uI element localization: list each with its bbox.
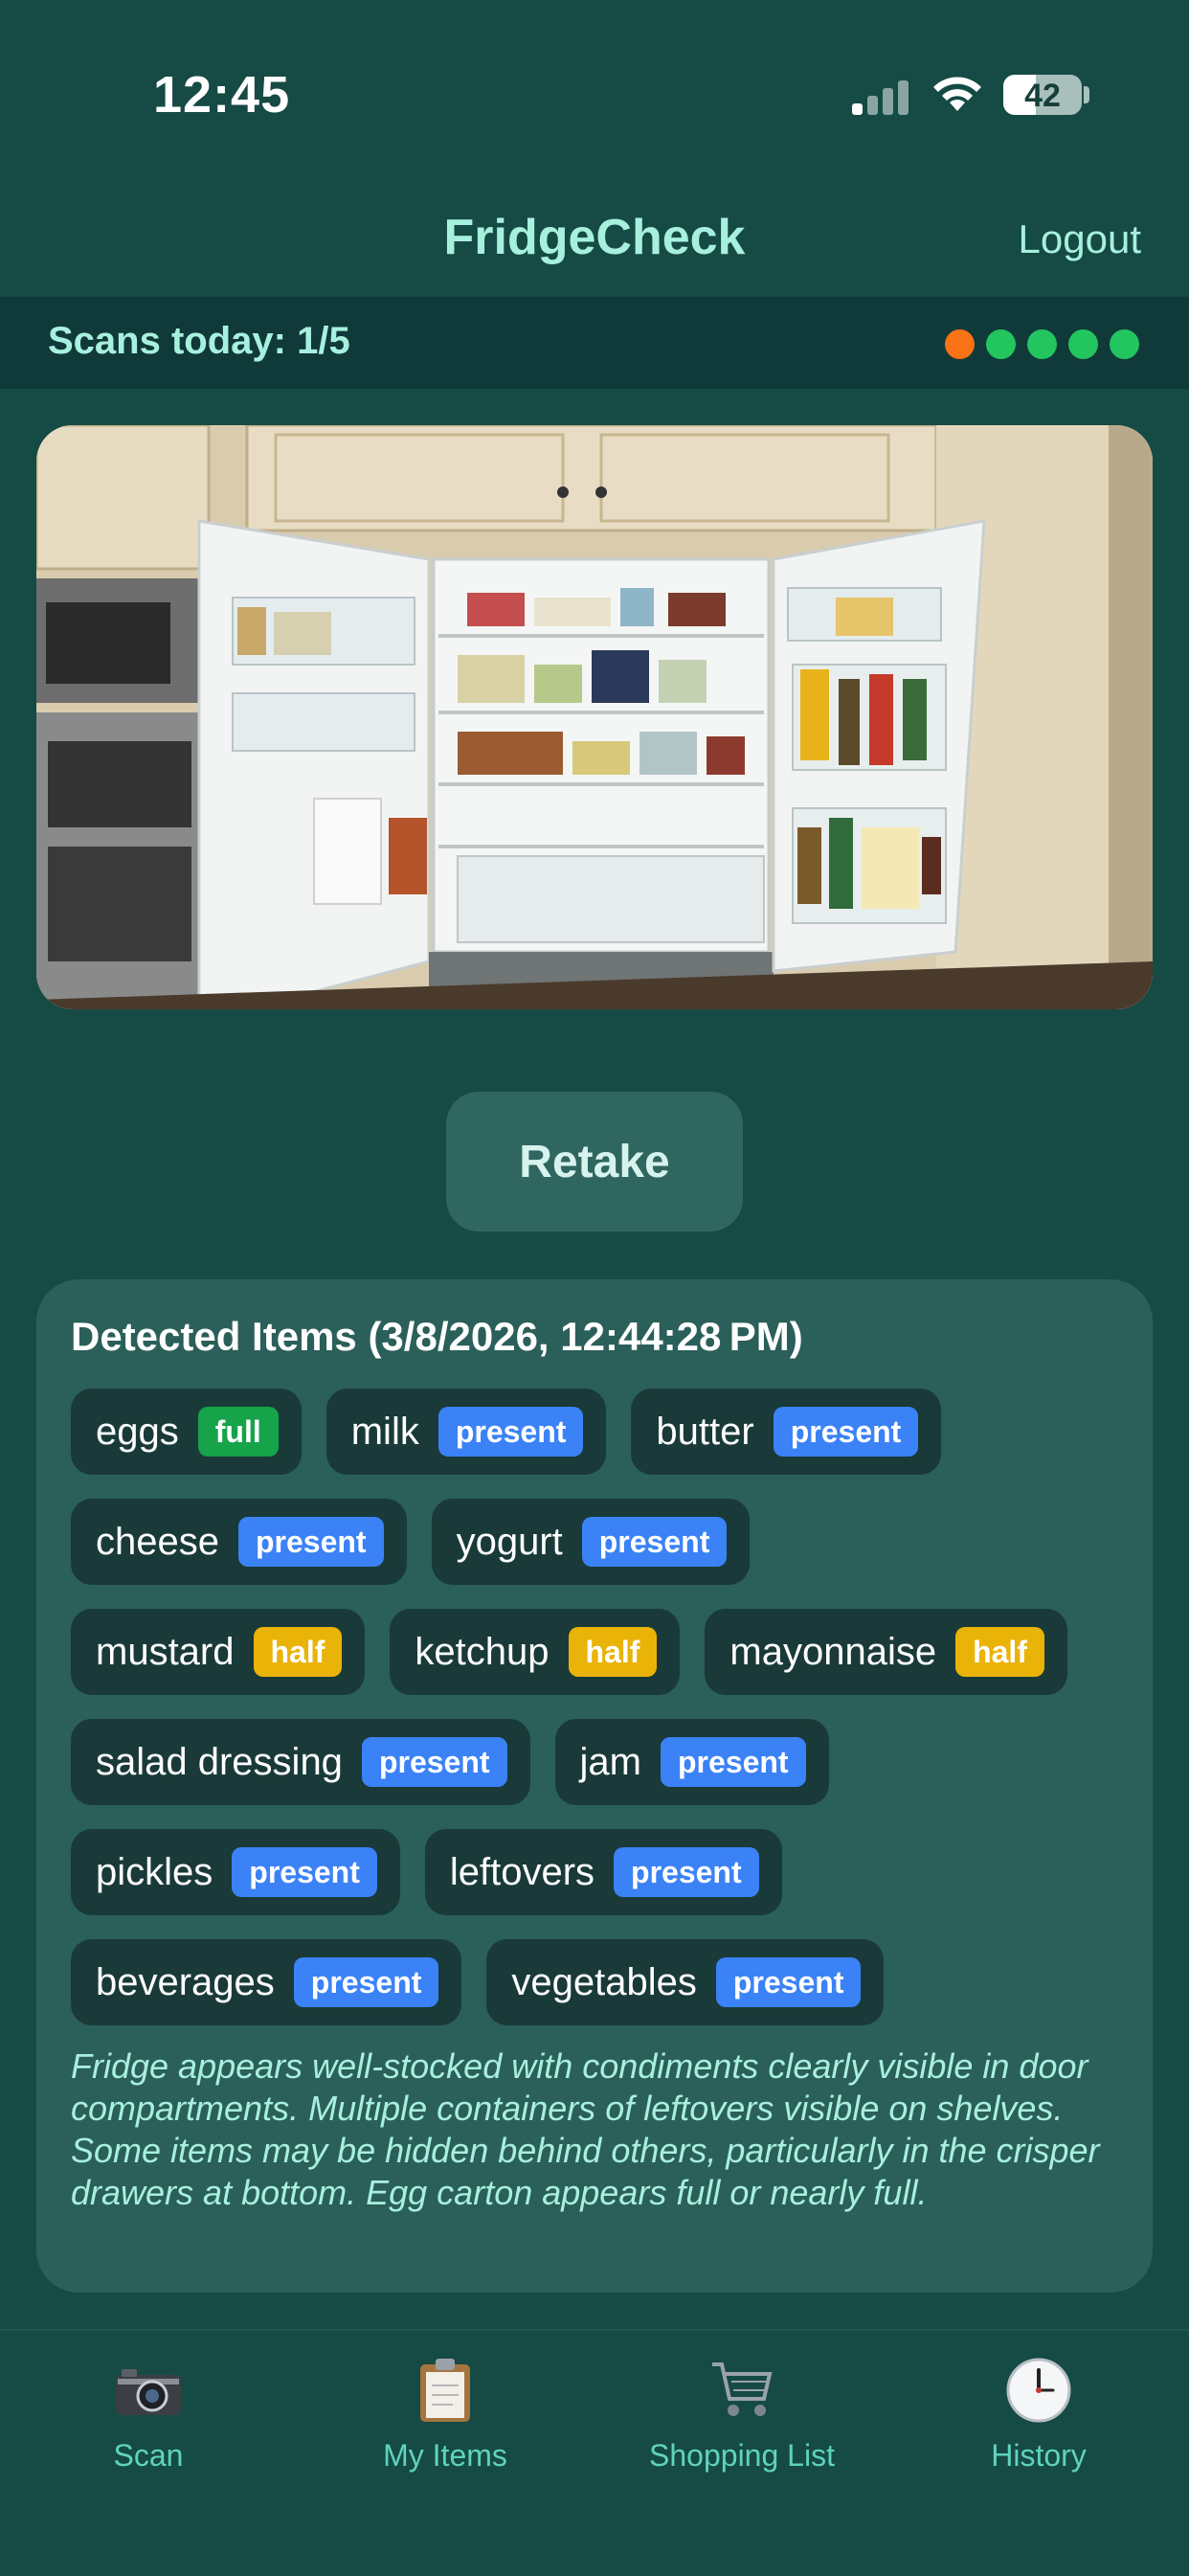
status-badge: half (253, 1627, 343, 1677)
item-chip-jam[interactable]: jam present (554, 1719, 829, 1805)
tab-scan[interactable]: Scan (0, 2352, 297, 2474)
status-badge: present (715, 1957, 862, 2007)
status-badge: present (361, 1737, 507, 1787)
item-name: jam (579, 1740, 641, 1783)
scans-counter-bar: Scans today: 1/5 (0, 297, 1189, 389)
item-chip-pickles[interactable]: pickles present (71, 1829, 400, 1915)
status-badge: present (614, 1847, 759, 1897)
status-badge: full (197, 1407, 279, 1457)
tab-bar: Scan My Items Shopping List History (0, 2329, 1189, 2576)
scans-today-label: Scans today: 1/5 (48, 320, 350, 362)
detected-items-card: Detected Items (3/8/2026, 12:44:28 PM) e… (36, 1279, 1153, 2293)
item-name: mustard (96, 1630, 235, 1673)
item-chip-salad-dressing[interactable]: salad dressing present (71, 1719, 530, 1805)
item-chip-cheese[interactable]: cheese present (71, 1499, 407, 1585)
item-name: eggs (96, 1410, 179, 1453)
item-name: beverages (96, 1960, 275, 2003)
scan-dot (1110, 329, 1139, 359)
item-chip-milk[interactable]: milk present (325, 1389, 607, 1475)
item-chip-vegetables[interactable]: vegetables present (486, 1939, 885, 2025)
battery-icon: 42 (1003, 75, 1082, 115)
item-name: yogurt (456, 1520, 563, 1563)
tab-label: Shopping List (649, 2438, 835, 2473)
scan-dot (1068, 329, 1098, 359)
nav-bar: FridgeCheck Logout (0, 182, 1189, 297)
retake-button[interactable]: Retake (446, 1092, 743, 1232)
app-title: FridgeCheck (443, 210, 746, 265)
scan-dot (945, 329, 975, 359)
detected-items-list: eggs full milk present butter present ch… (71, 1389, 1133, 2049)
item-name: pickles (96, 1850, 213, 1893)
status-badge: present (773, 1407, 919, 1457)
logout-button[interactable]: Logout (1019, 216, 1141, 262)
item-chip-butter[interactable]: butter present (631, 1389, 942, 1475)
fridge-photo (36, 425, 1153, 1009)
status-badge: half (568, 1627, 658, 1677)
cellular-signal-icon (852, 80, 909, 115)
camera-icon (0, 2352, 297, 2429)
scan-summary-text: Fridge appears well-stocked with condime… (71, 2046, 1100, 2212)
item-chip-yogurt[interactable]: yogurt present (431, 1499, 751, 1585)
clock-icon (890, 2352, 1187, 2429)
item-name: cheese (96, 1520, 219, 1563)
battery-level: 42 (1024, 78, 1061, 114)
tab-label: My Items (383, 2438, 507, 2473)
item-name: mayonnaise (729, 1630, 937, 1673)
item-name: milk (350, 1410, 419, 1453)
status-badge: half (955, 1627, 1044, 1677)
status-badge: present (660, 1737, 806, 1787)
tab-label: Scan (113, 2438, 184, 2473)
item-name: vegetables (511, 1960, 697, 2003)
item-chip-mustard[interactable]: mustard half (71, 1609, 366, 1695)
item-chip-ketchup[interactable]: ketchup half (390, 1609, 681, 1695)
status-badge: present (437, 1407, 584, 1457)
status-time: 12:45 (153, 66, 291, 124)
item-chip-mayonnaise[interactable]: mayonnaise half (705, 1609, 1067, 1695)
tab-my-items[interactable]: My Items (297, 2352, 594, 2474)
clipboard-icon (297, 2352, 594, 2429)
item-chip-eggs[interactable]: eggs full (71, 1389, 302, 1475)
wifi-icon (933, 77, 981, 111)
tab-shopping-list[interactable]: Shopping List (594, 2352, 890, 2474)
item-name: salad dressing (96, 1740, 343, 1783)
cart-icon (594, 2352, 890, 2429)
status-bar: 12:45 42 (0, 0, 1189, 182)
status-badge: present (581, 1517, 728, 1567)
item-chip-leftovers[interactable]: leftovers present (424, 1829, 782, 1915)
status-badge: present (293, 1957, 439, 2007)
tab-history[interactable]: History (890, 2352, 1187, 2474)
scan-dot (986, 329, 1016, 359)
item-name: leftovers (449, 1850, 595, 1893)
scan-usage-dots (945, 329, 1139, 359)
status-badge: present (232, 1847, 377, 1897)
detected-items-title: Detected Items (3/8/2026, 12:44:28 PM) (71, 1314, 803, 1359)
status-badge: present (237, 1517, 384, 1567)
item-name: butter (656, 1410, 754, 1453)
item-name: ketchup (415, 1630, 550, 1673)
tab-label: History (991, 2438, 1087, 2473)
item-chip-beverages[interactable]: beverages present (71, 1939, 462, 2025)
scan-dot (1027, 329, 1057, 359)
